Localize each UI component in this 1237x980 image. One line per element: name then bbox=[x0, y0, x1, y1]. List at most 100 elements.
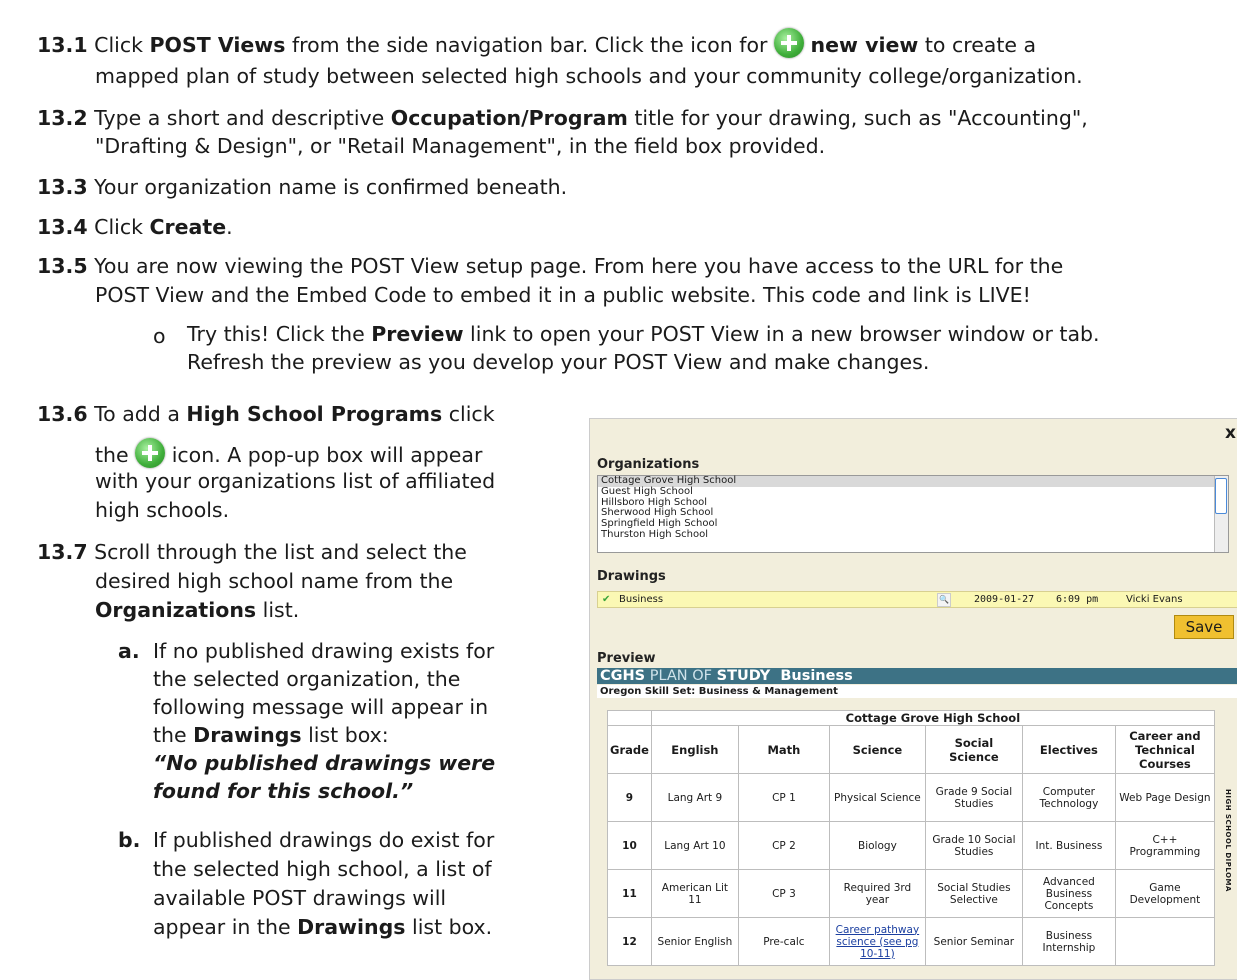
text: from the side navigation bar. Click the … bbox=[285, 33, 774, 57]
table-cell: Advanced Business Concepts bbox=[1021, 869, 1116, 918]
banner-program: Business bbox=[770, 668, 853, 684]
banner-study: STUDY bbox=[716, 668, 771, 684]
drawings-term: Drawings bbox=[193, 723, 302, 747]
table-cell: Physical Science bbox=[828, 773, 926, 822]
table-cell: Game Development bbox=[1114, 869, 1215, 918]
organizations-heading: Organizations bbox=[597, 457, 700, 472]
table-cell: 12 bbox=[607, 917, 652, 966]
table-corner bbox=[607, 710, 652, 726]
text: Click bbox=[94, 215, 150, 239]
scroll-thumb[interactable] bbox=[1215, 478, 1227, 514]
table-row: 9 Lang Art 9 CP 1 Physical Science Grade… bbox=[607, 773, 1215, 822]
sb-line2: the selected high school, a list of bbox=[153, 857, 492, 881]
text: Your organization name is confirmed bene… bbox=[94, 175, 568, 199]
organizations-popup: x Organizations Cottage Grove High Schoo… bbox=[589, 418, 1237, 980]
table-cell: Web Page Design bbox=[1114, 773, 1215, 822]
table-cell: Required 3rd year bbox=[828, 869, 926, 918]
organizations-list[interactable]: Cottage Grove High School Guest High Sch… bbox=[597, 475, 1229, 553]
preview-term: Preview bbox=[371, 322, 464, 346]
text: list box. bbox=[405, 915, 493, 939]
table-cell: Biology bbox=[828, 821, 926, 870]
text: Click bbox=[94, 33, 150, 57]
drawing-row[interactable]: ✔ Business 🔍 2009-01-27 6:09 pm Vicki Ev… bbox=[597, 591, 1237, 608]
step-13-7-line2: desired high school name from the bbox=[95, 569, 454, 593]
sb-line4: appear in the Drawings list box. bbox=[153, 913, 492, 941]
save-button[interactable]: Save bbox=[1174, 615, 1234, 639]
text: list box: bbox=[301, 723, 389, 747]
text: To add a bbox=[94, 402, 187, 426]
step-13-2: 13.2 Type a short and descriptive Occupa… bbox=[37, 104, 1088, 132]
step-number: 13.5 bbox=[37, 254, 88, 278]
table-cell: Int. Business bbox=[1021, 821, 1116, 870]
list-scrollbar[interactable] bbox=[1214, 476, 1228, 552]
marker-a: a. bbox=[118, 639, 140, 663]
table-cell: Computer Technology bbox=[1021, 773, 1116, 822]
col-header: Math bbox=[737, 725, 830, 774]
school-header: Cottage Grove High School bbox=[650, 710, 1215, 726]
col-header: Electives bbox=[1021, 725, 1116, 774]
sa-line3: following message will appear in bbox=[153, 695, 489, 719]
table-cell: 11 bbox=[607, 869, 652, 918]
organization-item[interactable]: Guest High School bbox=[598, 486, 1228, 498]
table-row: 11 American Lit 11 CP 3 Required 3rd yea… bbox=[607, 869, 1215, 918]
text: the bbox=[153, 723, 194, 747]
step-13-7: 13.7 Scroll through the list and select … bbox=[37, 538, 467, 566]
step-number: 13.7 bbox=[37, 540, 88, 564]
sb-line3: available POST drawings will bbox=[153, 886, 447, 910]
table-cell: Grade 10 Social Studies bbox=[924, 821, 1023, 870]
step-13-5-line2: POST View and the Embed Code to embed it… bbox=[95, 283, 1031, 307]
table-row: 10 Lang Art 10 CP 2 Biology Grade 10 Soc… bbox=[607, 821, 1215, 870]
close-button[interactable]: x bbox=[1225, 423, 1236, 443]
text: link to open your POST View in a new bro… bbox=[463, 322, 1100, 346]
sa-message-line1: “No published drawings were bbox=[153, 751, 496, 775]
plan-table: Cottage Grove High School Grade English … bbox=[607, 710, 1215, 966]
step-13-6-line3: with your organizations list of affiliat… bbox=[95, 469, 496, 493]
table-cell: Business Internship bbox=[1021, 917, 1116, 966]
step-13-6-line4: high schools. bbox=[95, 498, 230, 522]
table-cell: 9 bbox=[607, 773, 652, 822]
preview-heading: Preview bbox=[597, 651, 656, 666]
marker-b: b. bbox=[118, 828, 141, 852]
step-13-2-line2: "Drafting & Design", or "Retail Manageme… bbox=[95, 134, 826, 158]
new-view-term: new view bbox=[810, 33, 919, 57]
text: Scroll through the list and select the bbox=[94, 540, 467, 564]
text: to create a bbox=[918, 33, 1037, 57]
drawing-author: Vicki Evans bbox=[1126, 594, 1183, 605]
checkmark-icon: ✔ bbox=[602, 594, 611, 605]
step-13-7-line3: Organizations list. bbox=[95, 596, 299, 624]
step-13-1-line2: mapped plan of study between selected hi… bbox=[95, 64, 1083, 88]
skill-set: Oregon Skill Set: Business & Management bbox=[597, 685, 1237, 698]
step-number: 13.3 bbox=[37, 175, 88, 199]
step-number: 13.2 bbox=[37, 106, 88, 130]
col-header: Career and Technical Courses bbox=[1114, 725, 1215, 774]
organizations-term: Organizations bbox=[95, 598, 257, 622]
science-link[interactable]: Career pathway science (see pg 10-11) bbox=[828, 917, 926, 966]
sb-line1: If published drawings do exist for bbox=[153, 828, 495, 852]
step-13-1: 13.1 Click POST Views from the side navi… bbox=[37, 28, 1036, 59]
table-cell: C++ Programming bbox=[1114, 821, 1215, 870]
sa-line1: If no published drawing exists for bbox=[153, 639, 495, 663]
organization-item[interactable]: Thurston High School bbox=[598, 529, 1228, 541]
side-label: HIGH SCHOOL DIPLOMA bbox=[1224, 789, 1232, 892]
drawing-name: Business bbox=[619, 594, 664, 605]
table-cell bbox=[1114, 917, 1215, 966]
sub-o-line1: Try this! Click the Preview link to open… bbox=[187, 320, 1100, 348]
col-header: English bbox=[650, 725, 739, 774]
step-number: 13.1 bbox=[37, 33, 88, 57]
table-cell: CP 3 bbox=[737, 869, 830, 918]
step-13-4: 13.4 Click Create. bbox=[37, 213, 233, 241]
plan-banner: CGHS PLAN OF STUDY Business bbox=[597, 668, 1237, 684]
text: Try this! Click the bbox=[187, 322, 372, 346]
text: list. bbox=[256, 598, 300, 622]
text: You are now viewing the POST View setup … bbox=[94, 254, 1064, 278]
step-13-6: 13.6 To add a High School Programs click bbox=[37, 400, 495, 428]
add-icon bbox=[135, 438, 166, 468]
text: the bbox=[95, 443, 136, 467]
step-number: 13.6 bbox=[37, 402, 88, 426]
col-header: Science bbox=[828, 725, 926, 774]
high-school-programs-term: High School Programs bbox=[186, 402, 443, 426]
table-cell: Senior Seminar bbox=[924, 917, 1023, 966]
text: appear in the bbox=[153, 915, 298, 939]
drawings-heading: Drawings bbox=[597, 569, 666, 584]
magnifier-icon[interactable]: 🔍 bbox=[937, 593, 951, 607]
